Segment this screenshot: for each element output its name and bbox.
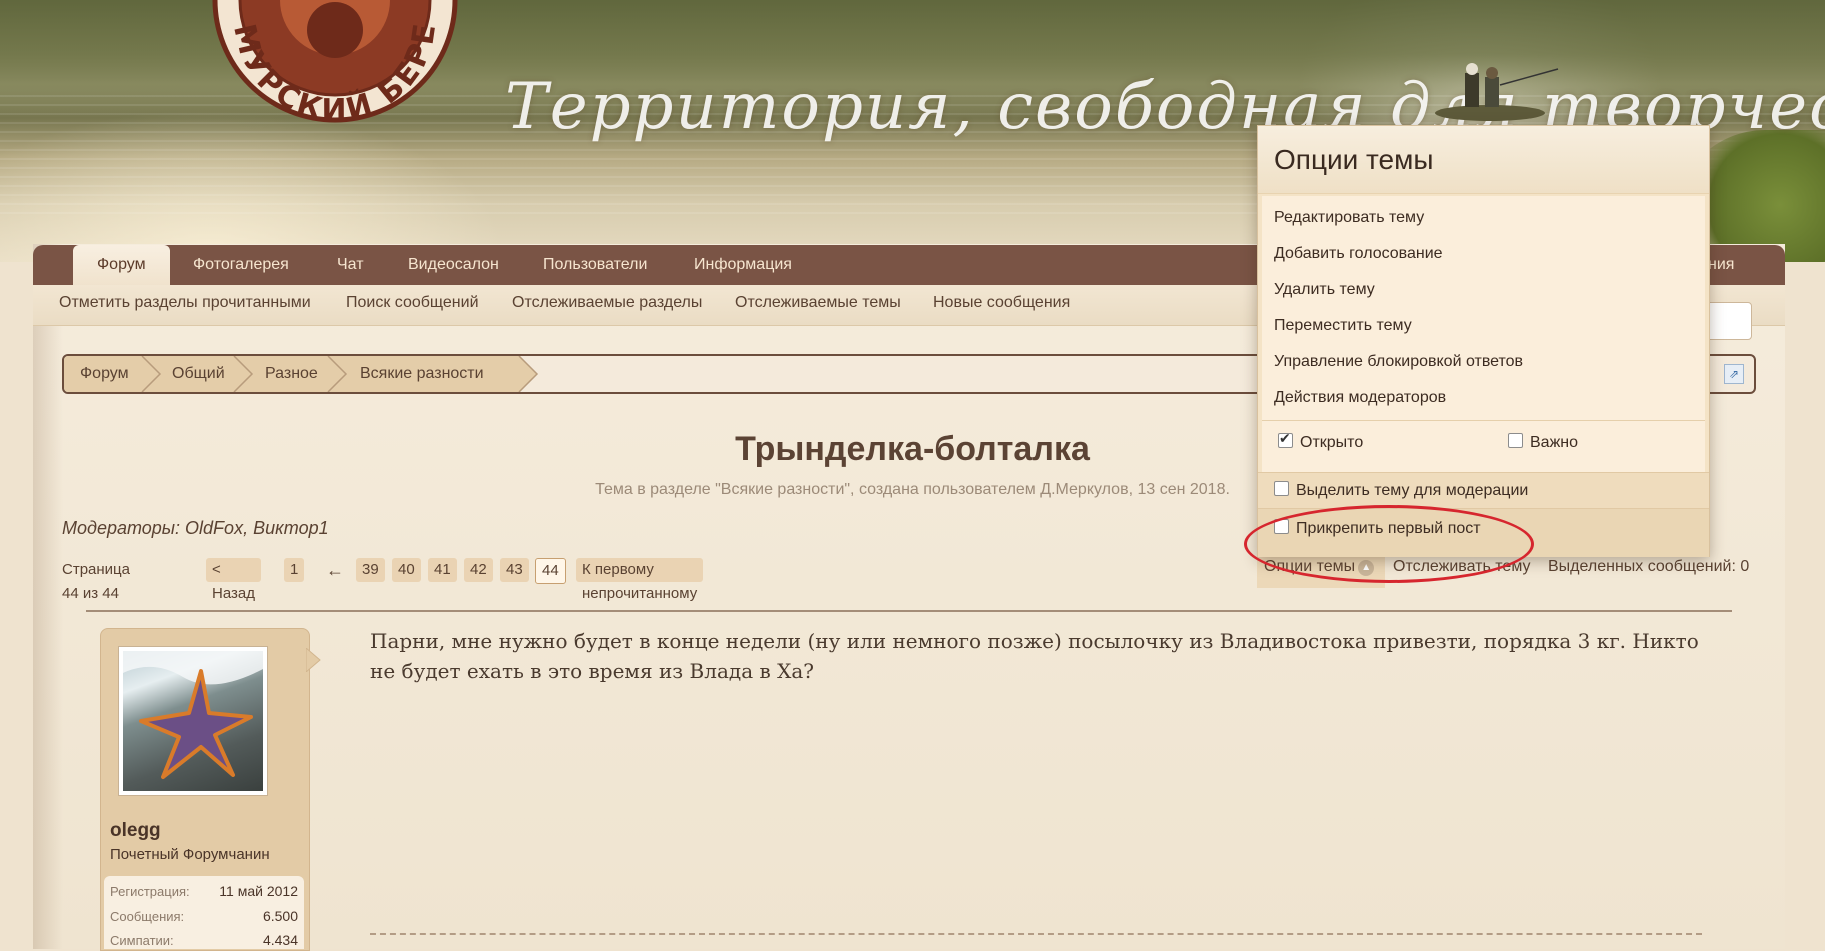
username[interactable]: olegg (110, 820, 161, 842)
tab-info[interactable]: Информация (694, 245, 792, 285)
tab-right-partial[interactable]: ния (1708, 245, 1734, 285)
page-ellipsis-arrow[interactable]: ← (320, 558, 350, 582)
menu-title: Опции темы (1258, 126, 1709, 194)
tab-users[interactable]: Пользователи (543, 245, 647, 285)
post-separator (370, 933, 1702, 935)
important-checkbox[interactable]: Важно (1508, 433, 1578, 452)
tab-forum[interactable]: Форум (73, 245, 170, 287)
unread-link[interactable]: К первому непрочитанному (576, 558, 704, 602)
page-link[interactable]: 43 (500, 558, 529, 582)
open-label: Открыто (1300, 434, 1364, 451)
menu-item-edit-thread[interactable]: Редактировать тему (1274, 209, 1424, 227)
stat-value[interactable]: 6.500 (263, 908, 298, 924)
stat-label: Симпатии: (110, 933, 174, 948)
subnav-mark-read[interactable]: Отметить разделы прочитанными (59, 285, 311, 321)
jump-icon[interactable]: ⇗ (1724, 364, 1744, 384)
menu-item-reply-ban[interactable]: Управление блокировкой ответов (1274, 353, 1523, 371)
open-checkbox[interactable]: Открыто (1278, 430, 1364, 452)
tab-videosalon[interactable]: Видеосалон (408, 245, 499, 285)
checkbox-checked-icon[interactable] (1278, 430, 1293, 448)
tab-photogallery[interactable]: Фотогалерея (193, 245, 289, 285)
breadcrumb-misc[interactable]: Разное (249, 356, 318, 392)
boat-image (1435, 63, 1559, 121)
stat-value: 4.434 (262, 932, 298, 948)
menu-item-mod-actions[interactable]: Действия модераторов (1274, 389, 1446, 407)
page-link[interactable]: 42 (464, 558, 493, 582)
subnav-watched-forums[interactable]: Отслеживаемые разделы (512, 285, 702, 321)
thread-options-menu: Опции темы Редактировать тему Добавить г… (1257, 125, 1710, 557)
page-prev-button[interactable]: < Назад (206, 558, 261, 602)
breadcrumb-all-sorts[interactable]: Всякие разности (344, 356, 484, 392)
avatar[interactable] (118, 646, 268, 796)
site-logo[interactable]: АМУРСКИЙ БЕРЕГ (195, 0, 475, 160)
tab-chat[interactable]: Чат (337, 245, 364, 285)
avatar-image[interactable] (123, 651, 263, 791)
page-link[interactable]: 40 (392, 558, 421, 582)
breadcrumb-general[interactable]: Общий (156, 356, 225, 392)
checkbox-icon[interactable] (1508, 433, 1523, 448)
subnav-new-posts[interactable]: Новые сообщения (933, 285, 1070, 321)
menu-item-move-thread[interactable]: Переместить тему (1274, 317, 1412, 335)
breadcrumb-forum[interactable]: Форум (64, 356, 129, 392)
page-current[interactable]: 44 (535, 558, 566, 584)
moderation-label: Выделить тему для модерации (1296, 482, 1529, 499)
subnav-search-posts[interactable]: Поиск сообщений (346, 285, 479, 321)
divider (86, 610, 1732, 612)
menu-item-add-poll[interactable]: Добавить голосование (1274, 245, 1443, 263)
page-first-link[interactable]: 1 (284, 558, 305, 582)
checkbox-icon[interactable] (1274, 481, 1289, 496)
stat-label: Регистрация: (110, 884, 190, 899)
starfish-icon (123, 651, 263, 779)
page-link[interactable]: 39 (356, 558, 385, 582)
selected-posts-count[interactable]: Выделенных сообщений: 0 (1548, 558, 1749, 584)
menu-item-delete-thread[interactable]: Удалить тему (1274, 281, 1375, 299)
page-link[interactable]: 41 (428, 558, 457, 582)
subnav-watched-threads[interactable]: Отслеживаемые темы (735, 285, 901, 321)
user-card-arrow (306, 648, 321, 672)
user-title: Почетный Форумчанин (110, 846, 270, 863)
post-body: Парни, мне нужно будет в конце недели (н… (370, 629, 1699, 683)
stat-value: 11 май 2012 (219, 883, 298, 899)
user-stats: Регистрация: 11 май 2012 Сообщения: 6.50… (104, 876, 304, 949)
moderators-line: Модераторы: OldFox, Виктор1 (62, 518, 329, 538)
highlight-oval (1244, 505, 1534, 583)
important-label: Важно (1530, 434, 1579, 451)
page-label: Страница 44 из 44 (62, 561, 130, 602)
moderation-checkbox[interactable]: Выделить тему для модерации (1274, 481, 1528, 500)
stat-label: Сообщения: (110, 909, 185, 924)
menu-divider (1262, 420, 1705, 421)
